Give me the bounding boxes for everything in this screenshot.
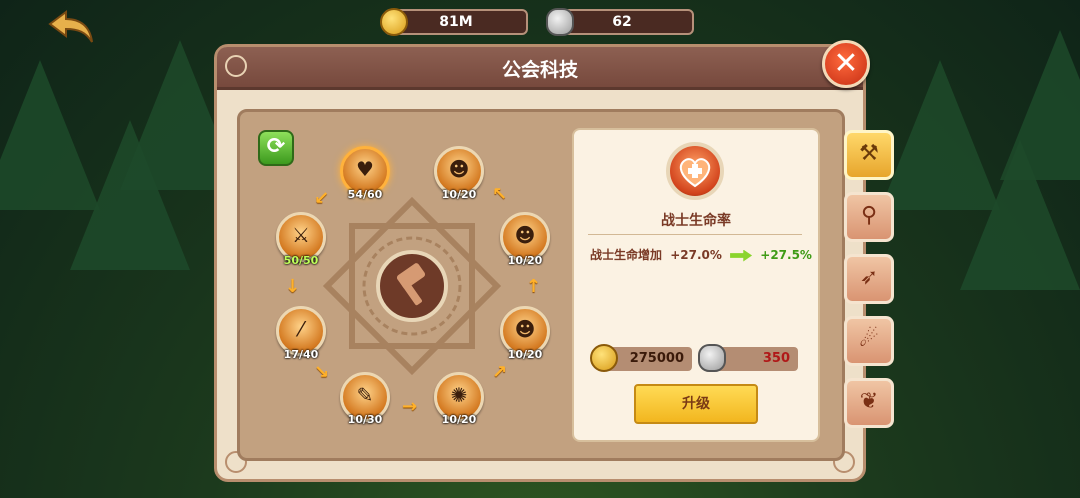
tech-effect: 战士生命增加 +27.0% +27.5% xyxy=(590,246,812,263)
tech-node-level: 17/40 xyxy=(283,348,319,361)
stone-cost-value: 350 xyxy=(762,351,790,366)
tech-node-level: 50/50 xyxy=(283,254,319,267)
tech-node-level: 10/20 xyxy=(507,348,543,361)
stone-icon xyxy=(698,344,726,372)
upgrade-button[interactable]: 升级 xyxy=(634,384,758,424)
path-arrow-icon: ↖ xyxy=(492,184,508,205)
tech-node-level: 10/20 xyxy=(441,188,477,201)
path-arrow-icon: ↓ xyxy=(285,276,301,297)
panel-title: 公会科技 xyxy=(501,59,578,81)
dash-warrior-icon: ☻ xyxy=(514,317,536,341)
arrow-right-icon xyxy=(730,249,753,262)
bow-icon: ➶ xyxy=(859,265,879,290)
effect-label: 战士生命增加 xyxy=(590,248,663,262)
stone-value: 62 xyxy=(612,14,632,30)
tech-name: 战士生命率 xyxy=(661,213,731,229)
refresh-button[interactable]: ⟳ xyxy=(258,130,294,166)
fire-warrior-icon: ☻ xyxy=(514,223,536,247)
next-value: +27.5% xyxy=(760,248,812,262)
scroll-icon: ✎ xyxy=(356,383,374,407)
sword-shield-icon: ⚔ xyxy=(292,223,310,247)
warrior-silhouette-icon: ☻ xyxy=(448,157,470,181)
hammer-icon: ⚒ xyxy=(859,141,879,166)
current-value: +27.0% xyxy=(670,248,722,262)
tech-node-level: 54/60 xyxy=(347,188,383,201)
tech-node-level: 10/30 xyxy=(347,413,383,426)
gold-cost-value: 275000 xyxy=(629,351,684,366)
claw-icon: ☄ xyxy=(859,327,879,352)
gold-value: 81M xyxy=(439,14,473,30)
heart-plus-icon xyxy=(666,142,724,200)
path-arrow-icon: ↙ xyxy=(314,188,330,209)
path-arrow-icon: ↑ xyxy=(526,276,542,297)
gold-counter: 81M xyxy=(380,8,528,36)
path-arrow-icon: → xyxy=(402,396,418,417)
back-arrow-icon[interactable] xyxy=(48,10,94,46)
wings-icon: ❦ xyxy=(859,389,879,414)
heart-plus-icon: ♥ xyxy=(356,157,374,181)
slash-icon: ⁄ xyxy=(299,317,303,341)
tab-beast[interactable]: ☄ xyxy=(844,316,894,366)
detail-divider xyxy=(588,234,802,235)
tab-warrior[interactable]: ⚒ xyxy=(844,130,894,180)
tab-archer[interactable]: ➶ xyxy=(844,254,894,304)
corner-ornament xyxy=(225,55,247,77)
stone-counter: 62 xyxy=(546,8,694,36)
path-arrow-icon: ↘ xyxy=(314,362,330,383)
gold-coin-icon xyxy=(590,344,618,372)
background-tree xyxy=(1000,30,1080,180)
path-arrow-icon: ↗ xyxy=(492,362,508,383)
close-button[interactable]: ✕ xyxy=(822,40,870,88)
panel-title-bar: 公会科技 xyxy=(217,47,863,90)
tab-mage[interactable]: ⚲ xyxy=(844,192,894,242)
staff-icon: ⚲ xyxy=(860,203,878,228)
tech-node-level: 10/20 xyxy=(507,254,543,267)
explosion-icon: ✺ xyxy=(450,383,468,407)
guild-emblem xyxy=(322,196,502,376)
tech-node-level: 10/20 xyxy=(441,413,477,426)
tab-support[interactable]: ❦ xyxy=(844,378,894,428)
